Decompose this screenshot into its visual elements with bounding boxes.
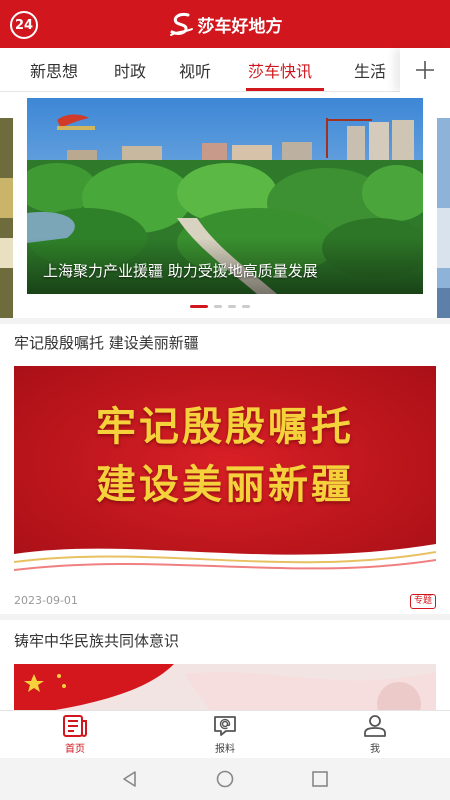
- app-header: 24 莎车好地方: [0, 0, 450, 48]
- system-navigation-bar: [0, 758, 450, 800]
- home-icon[interactable]: [216, 770, 234, 788]
- add-channel-button[interactable]: [400, 48, 450, 92]
- news-carousel[interactable]: 上海聚力产业援疆 助力受援地高质量发展: [0, 92, 450, 318]
- tab-shache-news[interactable]: 莎车快讯: [248, 58, 312, 82]
- pagination-dot[interactable]: [242, 305, 250, 308]
- tab-shiting[interactable]: 视听: [179, 58, 211, 82]
- active-tab-indicator: [246, 88, 324, 91]
- recent-apps-icon[interactable]: [311, 770, 329, 788]
- article-banner[interactable]: [14, 664, 436, 716]
- slide-caption: 上海聚力产业援疆 助力受援地高质量发展: [43, 262, 318, 280]
- article-banner[interactable]: 牢记殷殷嘱托 建设美丽新疆: [14, 366, 436, 582]
- banner-headline: 牢记殷殷嘱托 建设美丽新疆: [14, 398, 436, 514]
- counter-badge-icon[interactable]: 24: [10, 11, 38, 39]
- banner-line-1: 牢记殷殷嘱托: [96, 403, 354, 450]
- nav-home[interactable]: 首页: [45, 715, 105, 755]
- tab-shenghuo[interactable]: 生活: [354, 58, 386, 82]
- nav-label: 我: [370, 744, 380, 755]
- nav-label: 首页: [65, 744, 85, 755]
- topic-badge: 专题: [410, 594, 437, 609]
- article-date: 2023-09-01: [14, 594, 78, 607]
- article-title[interactable]: 铸牢中华民族共同体意识: [14, 630, 179, 651]
- app-root: 24 莎车好地方 新思想 时政 视听 莎车快讯 生活 上海聚力产业援疆 助力受援…: [0, 0, 450, 800]
- nav-me[interactable]: 我: [345, 715, 405, 755]
- nav-report[interactable]: 报料: [195, 715, 255, 755]
- plus-icon: [416, 61, 434, 79]
- article-card[interactable]: 铸牢中华民族共同体意识: [0, 620, 450, 716]
- brand-logo: 莎车好地方: [168, 11, 283, 37]
- user-icon: [364, 715, 386, 737]
- next-slide-peek[interactable]: [437, 118, 450, 318]
- banner-line-2: 建设美丽新疆: [96, 461, 354, 508]
- brand-name: 莎车好地方: [197, 16, 283, 37]
- previous-slide-peek[interactable]: [0, 118, 13, 318]
- nav-label: 报料: [215, 744, 235, 755]
- carousel-slide[interactable]: 上海聚力产业援疆 助力受援地高质量发展: [27, 98, 423, 294]
- pagination-dot[interactable]: [190, 305, 208, 308]
- pagination-dot[interactable]: [228, 305, 236, 308]
- brand-mark-icon: [169, 13, 193, 36]
- carousel-pagination: [190, 305, 250, 308]
- tab-shizheng[interactable]: 时政: [114, 58, 146, 82]
- home-news-icon: [63, 715, 87, 737]
- report-chat-icon: [214, 716, 236, 736]
- tab-xinsixiang[interactable]: 新思想: [30, 58, 78, 82]
- back-icon[interactable]: [121, 770, 139, 788]
- article-card[interactable]: 牢记殷殷嘱托 建设美丽新疆 牢记殷殷嘱托 建设美丽新疆 2023-09-01 专…: [0, 324, 450, 614]
- banner-background: [14, 664, 436, 716]
- article-title[interactable]: 牢记殷殷嘱托 建设美丽新疆: [14, 332, 199, 353]
- pagination-dot[interactable]: [214, 305, 222, 308]
- bottom-navigation: 首页 报料 我: [0, 710, 450, 758]
- category-tabs: 新思想 时政 视听 莎车快讯 生活: [0, 48, 450, 92]
